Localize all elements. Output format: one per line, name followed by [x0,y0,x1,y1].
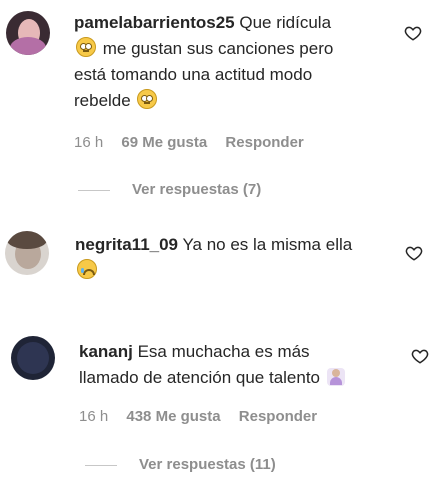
rolling-eyes-emoji-icon [76,37,96,57]
comment-kananj: kananj Esa muchacha es más llamado de at… [0,330,441,490]
replies-divider-line [85,464,117,466]
comment-text-line-1: Ya no es la misma ella [182,235,353,254]
view-replies-label: Ver respuestas (7) [132,181,262,198]
comment-text-line-4: rebelde [74,91,131,110]
replies-divider-line [78,189,110,191]
facepalm-emoji-icon [326,368,345,386]
comment-text-line-1: Que ridícula [239,13,332,32]
comment-text-line-2: me gustan sus canciones pero [102,39,334,58]
reply-button[interactable]: Responder [239,408,317,425]
comment-username[interactable]: negrita11_09 [75,235,178,254]
reply-button[interactable]: Responder [225,134,303,151]
comment-text-line-3: está tomando una actitud modo [74,65,313,84]
comment-meta: 16 h 438 Me gusta Responder [79,408,331,425]
comment-time[interactable]: 16 h [74,134,103,151]
comment-text-line-2: llamado de atención que talento [79,368,321,387]
avatar[interactable] [5,231,49,275]
comment-time[interactable]: 16 h [79,408,108,425]
avatar[interactable] [11,336,55,380]
avatar-shade [17,342,49,374]
comment-username[interactable]: kananj [79,342,133,361]
view-replies-label: Ver respuestas (11) [139,456,276,473]
avatar[interactable] [6,11,50,55]
comment-likes[interactable]: 69 Me gusta [121,134,207,151]
view-replies-button[interactable]: Ver respuestas (11) [85,456,276,473]
like-heart-icon[interactable] [404,24,422,42]
comment-text: negrita11_09 Ya no es la misma ella [75,232,385,284]
comment-pamelabarrientos25: pamelabarrientos25 Que ridícula me gusta… [0,0,441,210]
avatar-accent [10,37,46,55]
comment-text-line-1: Esa muchacha es más [137,342,310,361]
like-heart-icon[interactable] [405,244,423,262]
comment-meta: 16 h 69 Me gusta Responder [74,134,318,151]
like-heart-icon[interactable] [411,347,429,365]
crying-face-emoji-icon [77,259,97,279]
comment-negrita11_09: negrita11_09 Ya no es la misma ella [0,220,441,300]
avatar-hair [7,231,47,249]
comment-text: pamelabarrientos25 Que ridícula me gusta… [74,10,384,114]
rolling-eyes-emoji-icon [137,89,158,109]
comment-username[interactable]: pamelabarrientos25 [74,13,235,32]
view-replies-button[interactable]: Ver respuestas (7) [78,181,261,198]
comment-text: kananj Esa muchacha es más llamado de at… [79,339,399,391]
comment-likes[interactable]: 438 Me gusta [126,408,220,425]
